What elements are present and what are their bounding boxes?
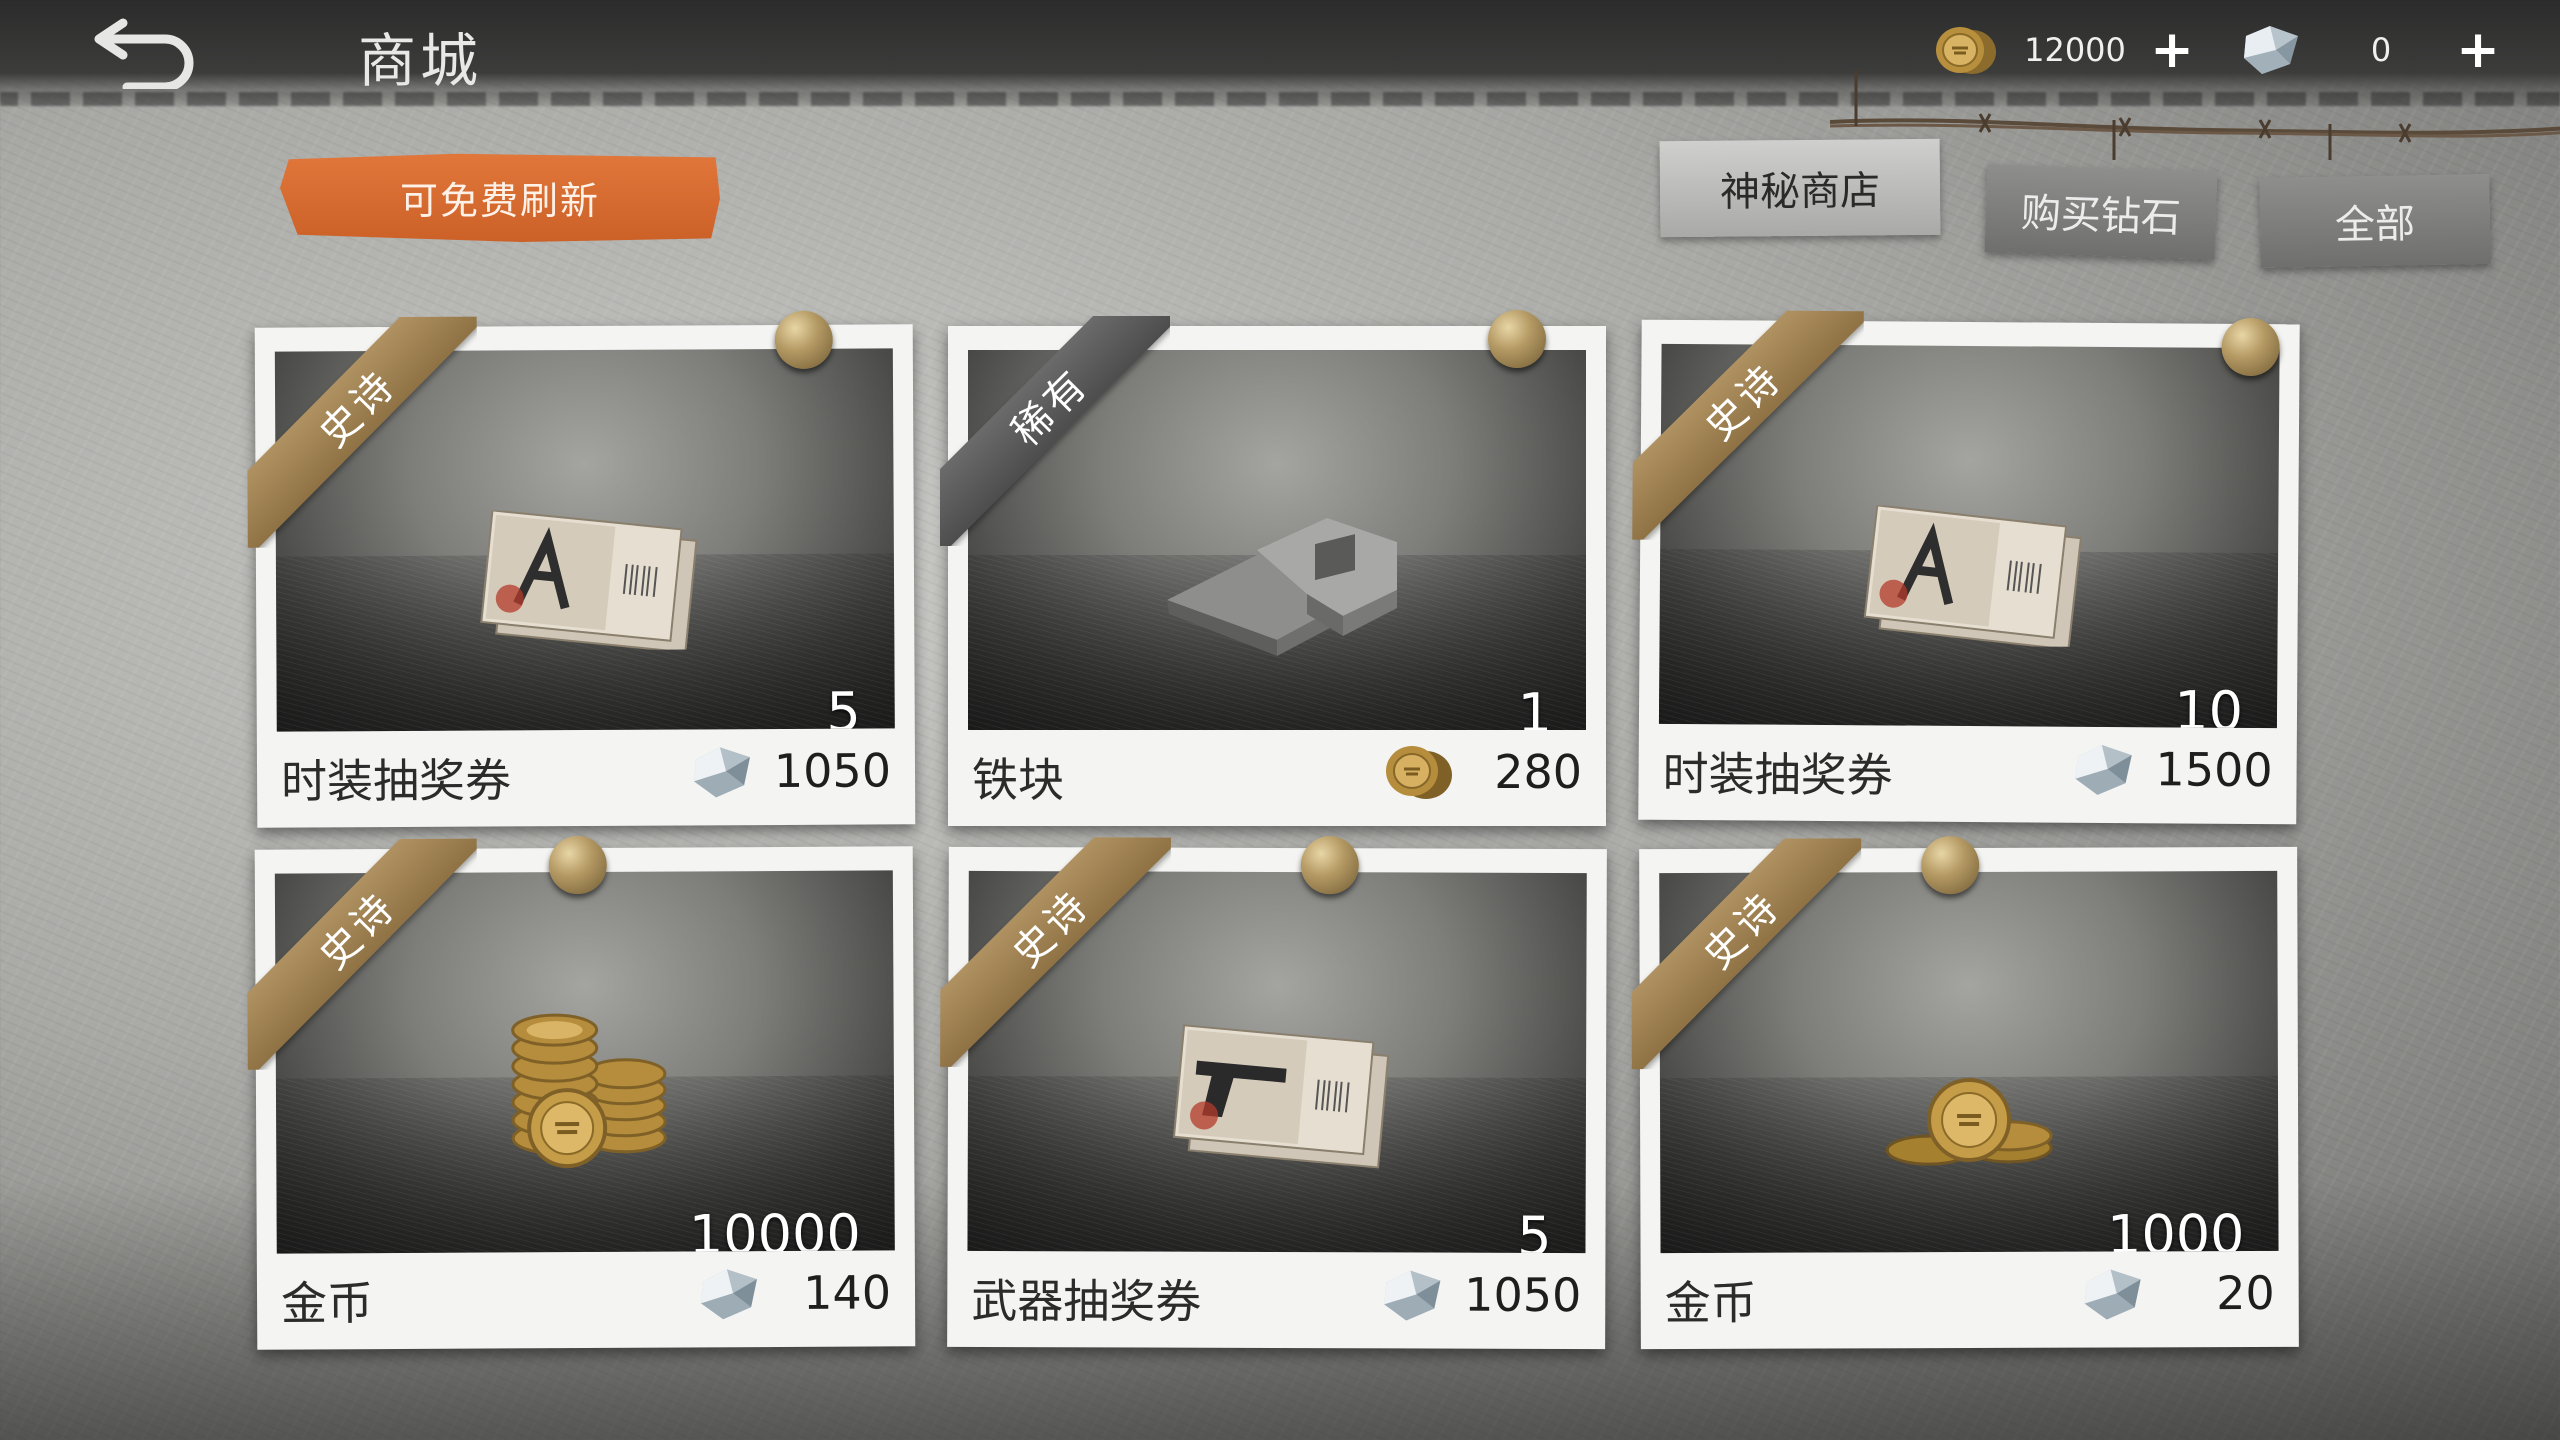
diamond-icon [2236,22,2306,78]
product-card[interactable]: 5 史诗 时装抽奖券 1050 [246,310,916,828]
free-refresh-button[interactable]: 可免费刷新 [280,153,720,242]
product-quantity: 10000 [688,1202,861,1254]
tab-mystery-shop[interactable]: 神秘商店 [1659,138,1941,238]
rarity-ribbon: 史诗 [246,316,478,548]
pushpin-icon [2221,317,2280,377]
rarity-label: 史诗 [940,836,1171,1068]
product-price: 1050 [688,734,891,807]
product-quantity: 5 [826,680,861,732]
product-price-value: 20 [2216,1265,2275,1321]
product-name: 铁块 [972,753,1064,807]
add-gold-button[interactable]: + [2150,24,2194,76]
gold-coin-icon [1386,746,1452,799]
product-quantity: 1 [1517,682,1552,730]
pushpin-icon [1300,836,1359,895]
rarity-ribbon: 稀有 [940,316,1170,546]
product-price: 1500 [2069,733,2273,806]
diamond-icon [693,747,750,798]
product-name: 时装抽奖券 [1662,746,1893,803]
product-price-value: 1500 [2155,742,2273,798]
rarity-label: 稀有 [940,316,1170,546]
costume-ticket-icon [480,509,698,651]
rarity-label: 史诗 [1631,838,1862,1070]
diamond-amount: 0 [2370,31,2392,69]
product-name: 金币 [1664,1275,1757,1331]
rarity-label: 史诗 [246,316,478,548]
product-card[interactable]: 5 史诗 武器抽奖券 1050 [940,836,1607,1350]
tab-all[interactable]: 全部 [2259,173,2491,269]
rarity-ribbon: 史诗 [246,838,478,1070]
add-diamond-button[interactable]: + [2456,24,2500,76]
product-price-value: 1050 [1464,1267,1582,1323]
product-name: 武器抽奖券 [971,1273,1202,1329]
back-arrow-icon [94,18,194,89]
rarity-ribbon: 史诗 [940,836,1171,1068]
product-name: 金币 [280,1276,374,1331]
product-quantity: 1000 [2106,1203,2245,1254]
rarity-ribbon: 史诗 [1632,309,1864,542]
gold-coin-stack-icon [511,1013,667,1169]
page-title: 商城 [358,27,483,95]
product-card[interactable]: 10000 史诗 金币 140 [246,835,916,1350]
pushpin-icon [548,835,607,895]
product-card[interactable]: 10 史诗 时装抽奖券 1500 [1632,309,2300,825]
product-price: 1050 [1378,1258,1581,1331]
product-price-value: 1050 [773,743,892,799]
product-price-value: 280 [1494,745,1582,799]
diamond-icon [2075,744,2132,795]
costume-ticket-icon [1863,505,2082,647]
product-price: 20 [2079,1257,2275,1330]
rarity-ribbon: 史诗 [1631,838,1862,1070]
product-name: 时装抽奖券 [280,753,512,809]
product-price: 140 [695,1256,891,1329]
tab-buy-diamonds[interactable]: 购买钻石 [1984,164,2218,260]
rarity-label: 史诗 [1632,309,1864,542]
back-button[interactable] [88,6,208,92]
iron-block-icon [1167,518,1397,656]
product-quantity: 10 [2174,679,2244,729]
gold-coin-icon [1930,22,2000,78]
product-card[interactable]: 1 稀有 铁块 280 [940,310,1606,826]
gold-currency: 12000 + [1930,18,2194,82]
pushpin-icon [774,310,833,370]
weapon-ticket-icon [1172,1024,1390,1169]
diamond-icon [1384,1270,1441,1321]
rarity-label: 史诗 [246,838,478,1070]
gold-coin-pile-icon [1885,1077,2053,1166]
gold-amount: 12000 [2024,31,2126,69]
diamond-icon [701,1269,757,1320]
diamond-icon [2084,1269,2141,1320]
pushpin-icon [1488,310,1546,368]
product-price-value: 140 [803,1265,892,1320]
diamond-currency: 0 + [2236,18,2500,82]
product-quantity: 5 [1517,1204,1552,1254]
product-price: 280 [1380,736,1582,808]
pushpin-icon [1921,835,1980,895]
product-card[interactable]: 1000 史诗 金币 20 [1631,835,2299,1350]
